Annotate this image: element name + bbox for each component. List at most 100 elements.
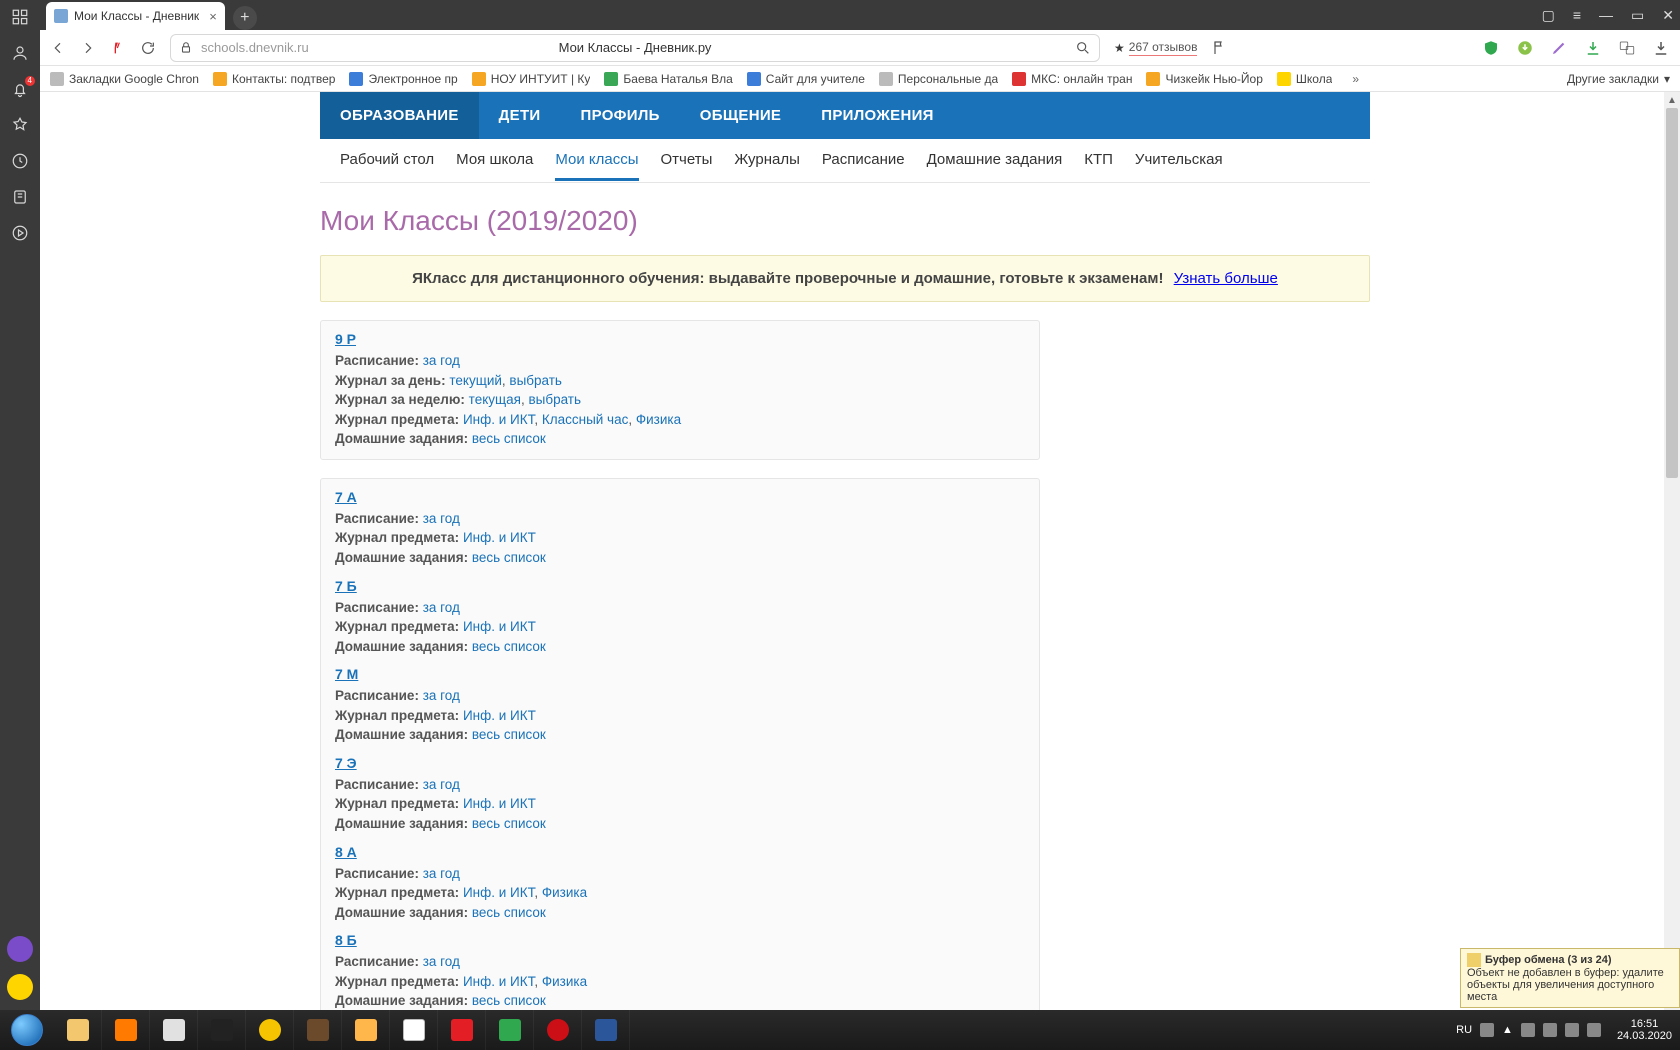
tray-lang[interactable]: RU [1456, 1024, 1472, 1036]
main-nav-tab[interactable]: ПРОФИЛЬ [561, 92, 680, 139]
sub-nav-tab[interactable]: Моя школа [456, 141, 533, 181]
taskbar-network[interactable] [486, 1010, 534, 1050]
sidebar-media-icon[interactable] [9, 222, 31, 244]
search-icon[interactable] [1075, 40, 1091, 56]
panel-icon[interactable]: ▢ [1542, 7, 1555, 24]
ext-download-icon[interactable] [1584, 39, 1602, 57]
link-subject[interactable]: Инф. и ИКТ [463, 530, 536, 545]
address-bar[interactable]: schools.dnevnik.ru Мои Классы - Дневник.… [170, 34, 1100, 62]
bookmark-flag-icon[interactable] [1211, 40, 1227, 56]
class-title-link[interactable]: 9 Р [335, 331, 356, 347]
ext-pen-icon[interactable] [1550, 39, 1568, 57]
ext-downloads-icon[interactable] [1652, 39, 1670, 57]
link-journal-day-choose[interactable]: выбрать [509, 373, 562, 388]
link-subject[interactable]: Инф. и ИКТ [463, 708, 536, 723]
taskbar-night[interactable] [198, 1010, 246, 1050]
tray-network-icon[interactable] [1565, 1023, 1579, 1037]
class-title-link[interactable]: 8 А [335, 844, 357, 860]
class-title-link[interactable]: 7 А [335, 489, 357, 505]
main-nav-tab[interactable]: ДЕТИ [479, 92, 561, 139]
taskbar-movies[interactable] [294, 1010, 342, 1050]
reviews-widget[interactable]: ★ 267 отзывов [1114, 40, 1197, 56]
sub-nav-tab[interactable]: КТП [1084, 141, 1113, 181]
bookmark-item[interactable]: Закладки Google Chron [50, 72, 199, 86]
sidebar-collections-icon[interactable] [9, 186, 31, 208]
bookmark-item[interactable]: Персональные да [879, 72, 998, 86]
ext-savefrom-icon[interactable] [1516, 39, 1534, 57]
link-homework-all[interactable]: весь список [472, 639, 546, 654]
link-subject[interactable]: Классный час [542, 412, 629, 427]
bookmark-item[interactable]: Контакты: подтвер [213, 72, 336, 86]
ext-adguard-icon[interactable] [1482, 39, 1500, 57]
sidebar-profile-icon[interactable] [9, 42, 31, 64]
other-bookmarks[interactable]: Другие закладки ▾ [1567, 72, 1670, 86]
nav-yandex-icon[interactable] [110, 40, 126, 56]
taskbar-yandex-browser[interactable] [390, 1010, 438, 1050]
link-journal-day-current[interactable]: текущий [449, 373, 502, 388]
sidebar-alice-icon[interactable] [7, 936, 33, 962]
link-subject[interactable]: Инф. и ИКТ [463, 796, 536, 811]
sub-nav-tab[interactable]: Журналы [734, 141, 800, 181]
taskbar-shield[interactable] [150, 1010, 198, 1050]
bookmark-item[interactable]: МКС: онлайн тран [1012, 72, 1132, 86]
notice-link[interactable]: Узнать больше [1174, 270, 1278, 287]
link-journal-week-choose[interactable]: выбрать [528, 392, 581, 407]
bookmark-item[interactable]: НОУ ИНТУИТ | Ку [472, 72, 591, 86]
class-title-link[interactable]: 7 М [335, 666, 358, 682]
window-maximize-icon[interactable]: ▭ [1631, 7, 1644, 24]
bookmark-item[interactable]: Школа [1277, 72, 1332, 86]
browser-tab[interactable]: Мои Классы - Дневник × [46, 2, 225, 30]
link-subject[interactable]: Инф. и ИКТ [463, 412, 534, 427]
link-subject[interactable]: Инф. и ИКТ [463, 974, 534, 989]
sidebar-history-icon[interactable] [9, 150, 31, 172]
vertical-scrollbar[interactable]: ▲ ▼ [1664, 92, 1680, 1010]
link-homework-all[interactable]: весь список [472, 550, 546, 565]
link-homework-all[interactable]: весь список [472, 431, 546, 446]
link-schedule-year[interactable]: за год [423, 954, 460, 969]
tray-volume-icon[interactable] [1543, 1023, 1557, 1037]
link-subject[interactable]: Физика [542, 885, 587, 900]
link-homework-all[interactable]: весь список [472, 905, 546, 920]
link-journal-week-current[interactable]: текущая [469, 392, 521, 407]
link-subject[interactable]: Инф. и ИКТ [463, 885, 534, 900]
link-subject[interactable]: Инф. и ИКТ [463, 619, 536, 634]
start-button[interactable] [0, 1010, 54, 1050]
link-homework-all[interactable]: весь список [472, 727, 546, 742]
taskbar-yandex[interactable] [438, 1010, 486, 1050]
taskbar-avast[interactable] [246, 1010, 294, 1050]
scroll-up-icon[interactable]: ▲ [1664, 92, 1680, 108]
bookmarks-overflow-icon[interactable]: » [1352, 72, 1359, 86]
link-schedule-year[interactable]: за год [423, 353, 460, 368]
link-schedule-year[interactable]: за год [423, 600, 460, 615]
ext-translate-icon[interactable] [1618, 39, 1636, 57]
tray-clock[interactable]: 16:51 24.03.2020 [1609, 1018, 1672, 1042]
new-tab-button[interactable]: + [233, 6, 257, 30]
class-title-link[interactable]: 7 Э [335, 755, 357, 771]
link-schedule-year[interactable]: за год [423, 777, 460, 792]
sub-nav-tab[interactable]: Мои классы [555, 141, 638, 181]
bookmark-item[interactable]: Сайт для учителе [747, 72, 865, 86]
main-nav-tab[interactable]: ОБЩЕНИЕ [680, 92, 801, 139]
bookmark-item[interactable]: Электронное пр [349, 72, 457, 86]
sub-nav-tab[interactable]: Рабочий стол [340, 141, 434, 181]
menu-icon[interactable]: ≡ [1573, 7, 1581, 23]
sub-nav-tab[interactable]: Отчеты [661, 141, 713, 181]
tray-flag-icon[interactable] [1480, 1023, 1494, 1037]
link-subject[interactable]: Физика [636, 412, 681, 427]
taskbar-media[interactable] [102, 1010, 150, 1050]
sub-nav-tab[interactable]: Учительская [1135, 141, 1223, 181]
sub-nav-tab[interactable]: Домашние задания [927, 141, 1063, 181]
window-minimize-icon[interactable]: — [1599, 7, 1613, 23]
link-subject[interactable]: Физика [542, 974, 587, 989]
nav-forward-icon[interactable] [80, 40, 96, 56]
sidebar-notifications-icon[interactable]: 4 [9, 78, 31, 100]
link-homework-all[interactable]: весь список [472, 816, 546, 831]
tray-up-icon[interactable]: ▲ [1502, 1024, 1513, 1036]
tray-defender-icon[interactable] [1521, 1023, 1535, 1037]
sidebar-favorites-icon[interactable] [9, 114, 31, 136]
sub-nav-tab[interactable]: Расписание [822, 141, 905, 181]
taskbar-explorer[interactable] [54, 1010, 102, 1050]
nav-reload-icon[interactable] [140, 40, 156, 56]
taskbar-opera[interactable] [534, 1010, 582, 1050]
sidebar-yandex-icon[interactable] [7, 974, 33, 1000]
